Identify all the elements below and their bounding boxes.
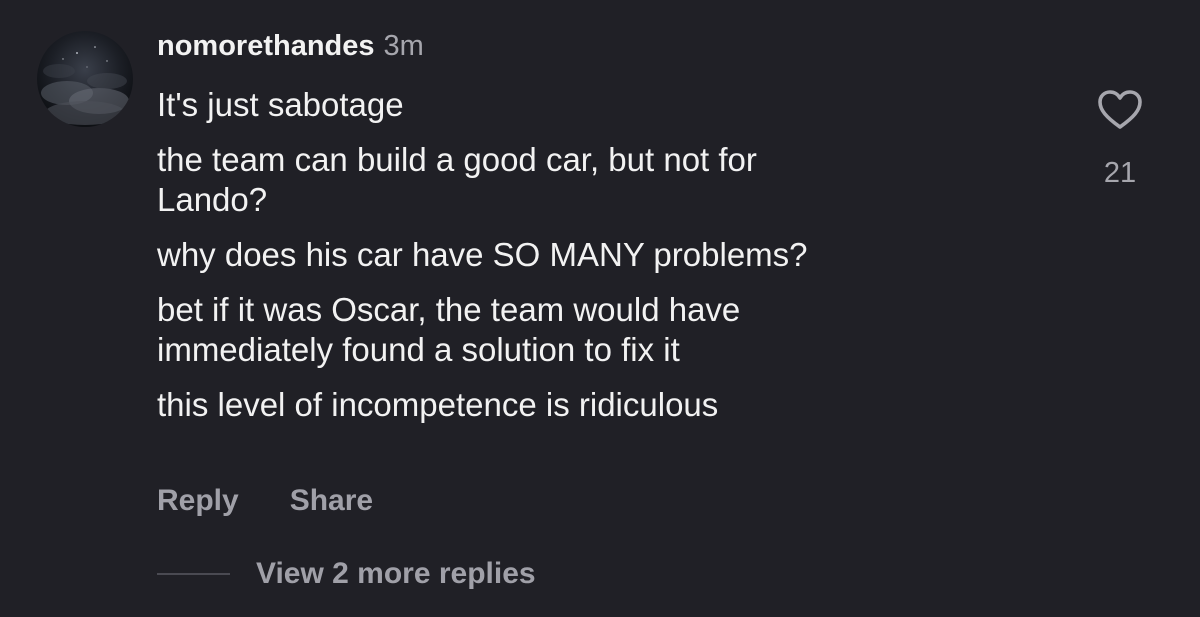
timestamp: 3m <box>383 30 424 62</box>
avatar[interactable] <box>37 31 133 127</box>
view-more-replies-label: View 2 more replies <box>256 557 536 590</box>
comment-body: It's just sabotage the team can build a g… <box>157 85 1037 440</box>
like-area: 21 <box>1092 89 1148 190</box>
username[interactable]: nomorethandes <box>157 30 375 63</box>
heart-outline-icon <box>1098 90 1142 129</box>
like-button[interactable] <box>1097 89 1143 131</box>
comment-text-line: why does his car have SO MANY problems? <box>157 236 808 273</box>
comment-header: nomorethandes 3m <box>157 30 424 70</box>
comment-actions: Reply Share <box>157 484 373 518</box>
view-more-replies-button[interactable]: View 2 more replies <box>157 557 536 591</box>
reply-button[interactable]: Reply <box>157 484 239 518</box>
share-button[interactable]: Share <box>290 484 373 518</box>
comment-text-line: this level of incompetence is ridiculous <box>157 386 719 423</box>
comment-text-line: bet if it was Oscar, the team would have… <box>157 291 741 368</box>
comment-text-line: It's just sabotage <box>157 86 404 123</box>
comment-text-line: the team can build a good car, but not f… <box>157 141 757 218</box>
cloudy-night-sky-avatar-icon <box>37 31 133 127</box>
thread-divider <box>157 573 230 575</box>
comment: nomorethandes 3m It's just sabotage the t… <box>0 0 1200 617</box>
like-count: 21 <box>1103 157 1137 189</box>
